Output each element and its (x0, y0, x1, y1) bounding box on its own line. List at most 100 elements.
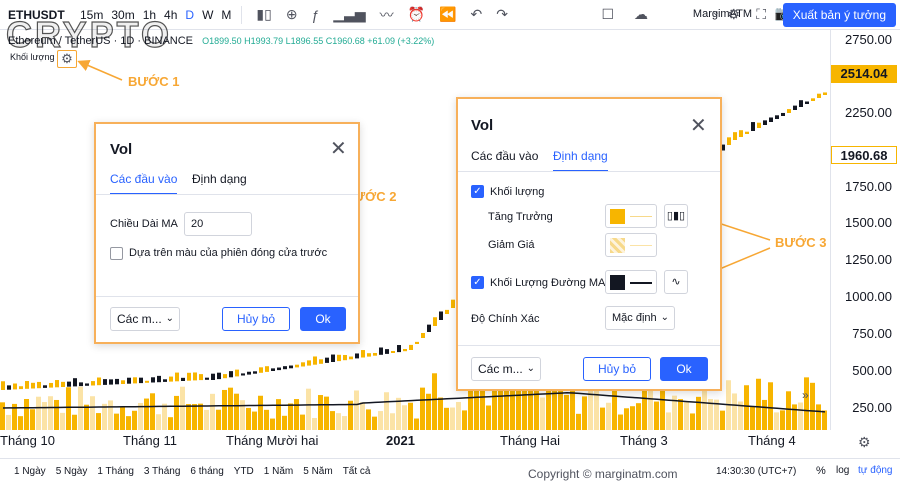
tab-style[interactable]: Định dạng (192, 172, 247, 186)
ma-length-input[interactable]: 20 (184, 212, 252, 236)
prev-close-checkbox[interactable] (110, 247, 123, 260)
range-1d[interactable]: 1 Ngày (14, 466, 46, 477)
close-icon[interactable]: ✕ (330, 136, 347, 161)
ok-button[interactable]: Ok (300, 307, 346, 331)
price-axis[interactable]: 2750.00 2250.00 1750.00 1500.00 1250.00 … (830, 30, 900, 430)
alert-clock-icon[interactable]: ⏰ (408, 6, 425, 23)
settings-gear-icon[interactable]: ⚙ (727, 6, 740, 23)
layout-template-name[interactable]: MargimATM (693, 8, 752, 20)
candle (97, 377, 101, 386)
range-6m[interactable]: 6 tháng (190, 466, 223, 477)
volume-bar (72, 414, 77, 430)
cancel-button[interactable]: Hủy bỏ (222, 307, 290, 331)
defaults-dropdown[interactable]: Các m... ⌄ (110, 307, 180, 331)
candle (271, 368, 275, 371)
candle (775, 115, 779, 119)
footer-divider (458, 345, 720, 346)
range-5y[interactable]: 5 Năm (303, 466, 332, 477)
toolbar-divider (241, 5, 243, 24)
candle (157, 375, 161, 383)
percent-toggle[interactable]: % (816, 465, 826, 477)
bar-chart-icon[interactable]: ▁▃▅ (333, 6, 365, 23)
volume-bar (564, 394, 569, 430)
candle (187, 372, 191, 381)
volume-bar (48, 396, 53, 430)
volume-ma-checkbox[interactable]: ✓ (471, 276, 484, 289)
candle (109, 379, 113, 385)
fullscreen-square-icon[interactable]: ☐ (601, 6, 614, 23)
candle (355, 353, 359, 359)
ma-length-label: Chiều Dài MA (110, 218, 178, 230)
volume-bar (366, 409, 371, 430)
indicator-settings-gear-icon[interactable]: ⚙ (57, 50, 77, 68)
falling-line-preview (630, 245, 652, 246)
volume-bar (180, 386, 185, 430)
candle (757, 122, 761, 128)
function-icon[interactable]: ƒ (312, 7, 320, 23)
volume-bar (312, 417, 317, 430)
clock-text[interactable]: 14:30:30 (UTC+7) (716, 466, 796, 477)
volume-bar (678, 399, 683, 430)
volume-bar (174, 395, 179, 430)
candle (343, 354, 347, 361)
close-icon[interactable]: ✕ (690, 113, 707, 138)
ok-button[interactable]: Ok (660, 357, 708, 381)
range-1m[interactable]: 1 Tháng (97, 466, 134, 477)
tab-style[interactable]: Định dạng (553, 149, 608, 172)
column-style-icon[interactable]: ▯▮▯ (664, 204, 688, 228)
volume-bar (324, 396, 329, 430)
cancel-button[interactable]: Hủy bỏ (583, 357, 651, 381)
falling-color-swatch[interactable] (605, 233, 657, 257)
line-style-icon[interactable]: ∿ (664, 270, 688, 294)
ma-color-swatch[interactable] (605, 270, 657, 294)
candle (103, 379, 107, 385)
candles-icon[interactable]: ▮▯ (256, 6, 271, 23)
replay-icon[interactable]: ⏪ (439, 6, 456, 23)
range-3m[interactable]: 3 Tháng (144, 466, 181, 477)
range-ytd[interactable]: YTD (234, 466, 254, 477)
redo-icon[interactable]: ↷ (496, 6, 508, 23)
timeframe-w[interactable]: W (202, 8, 213, 22)
tab-inputs[interactable]: Các đầu vào (110, 172, 178, 195)
candle (193, 372, 197, 381)
volume-ma-line (2, 392, 826, 413)
timeframe-d[interactable]: D (185, 8, 194, 22)
defaults-dropdown[interactable]: Các m... ⌄ (471, 357, 541, 381)
add-indicator-icon[interactable]: ⊕ (286, 6, 298, 23)
range-5d[interactable]: 5 Ngày (56, 466, 88, 477)
cloud-icon[interactable]: ☁ (634, 6, 648, 23)
precision-dropdown[interactable]: Mặc định ⌄ (605, 306, 675, 330)
scroll-to-realtime-icon[interactable]: » (802, 388, 809, 402)
undo-icon[interactable]: ↶ (471, 6, 483, 23)
time-axis[interactable]: Tháng 10 Tháng 11 Tháng Mười hai 2021 Th… (0, 430, 830, 454)
tab-inputs[interactable]: Các đầu vào (471, 149, 538, 163)
axis-settings-gear-icon[interactable]: ⚙ (858, 434, 871, 451)
compare-icon[interactable]: 〰 (380, 5, 394, 25)
volume-bar (342, 416, 347, 430)
volume-checkbox[interactable]: ✓ (471, 185, 484, 198)
range-all[interactable]: Tất cả (343, 466, 371, 477)
growing-color-swatch[interactable] (605, 204, 657, 228)
volume-bar (372, 416, 377, 430)
time-label: Tháng 3 (620, 433, 668, 448)
candle (301, 362, 305, 367)
range-1y[interactable]: 1 Năm (264, 466, 293, 477)
step-1-label: BƯỚC 1 (128, 74, 180, 89)
volume-bar (438, 397, 443, 430)
volume-bar (354, 390, 359, 430)
auto-toggle[interactable]: tự động (858, 465, 893, 476)
publish-idea-button[interactable]: Xuất bản ý tưởng (782, 3, 896, 27)
volume-bar (516, 385, 521, 430)
candle (253, 371, 257, 374)
current-price-tag: 1960.68 (831, 146, 897, 164)
timeframe-m[interactable]: M (221, 8, 231, 22)
fullscreen-icon[interactable]: ⛶ (756, 6, 766, 23)
precision-value: Mặc định (612, 312, 657, 324)
volume-bar (756, 378, 761, 430)
tab-divider (458, 171, 720, 172)
volume-bar (216, 409, 221, 430)
log-toggle[interactable]: log (836, 465, 849, 476)
volume-bar (780, 410, 785, 430)
chevron-down-icon[interactable]: ⌄ (712, 7, 720, 18)
ohlc-values: O1899.50 H1993.79 L1896.55 C1960.68 +61.… (202, 36, 435, 46)
